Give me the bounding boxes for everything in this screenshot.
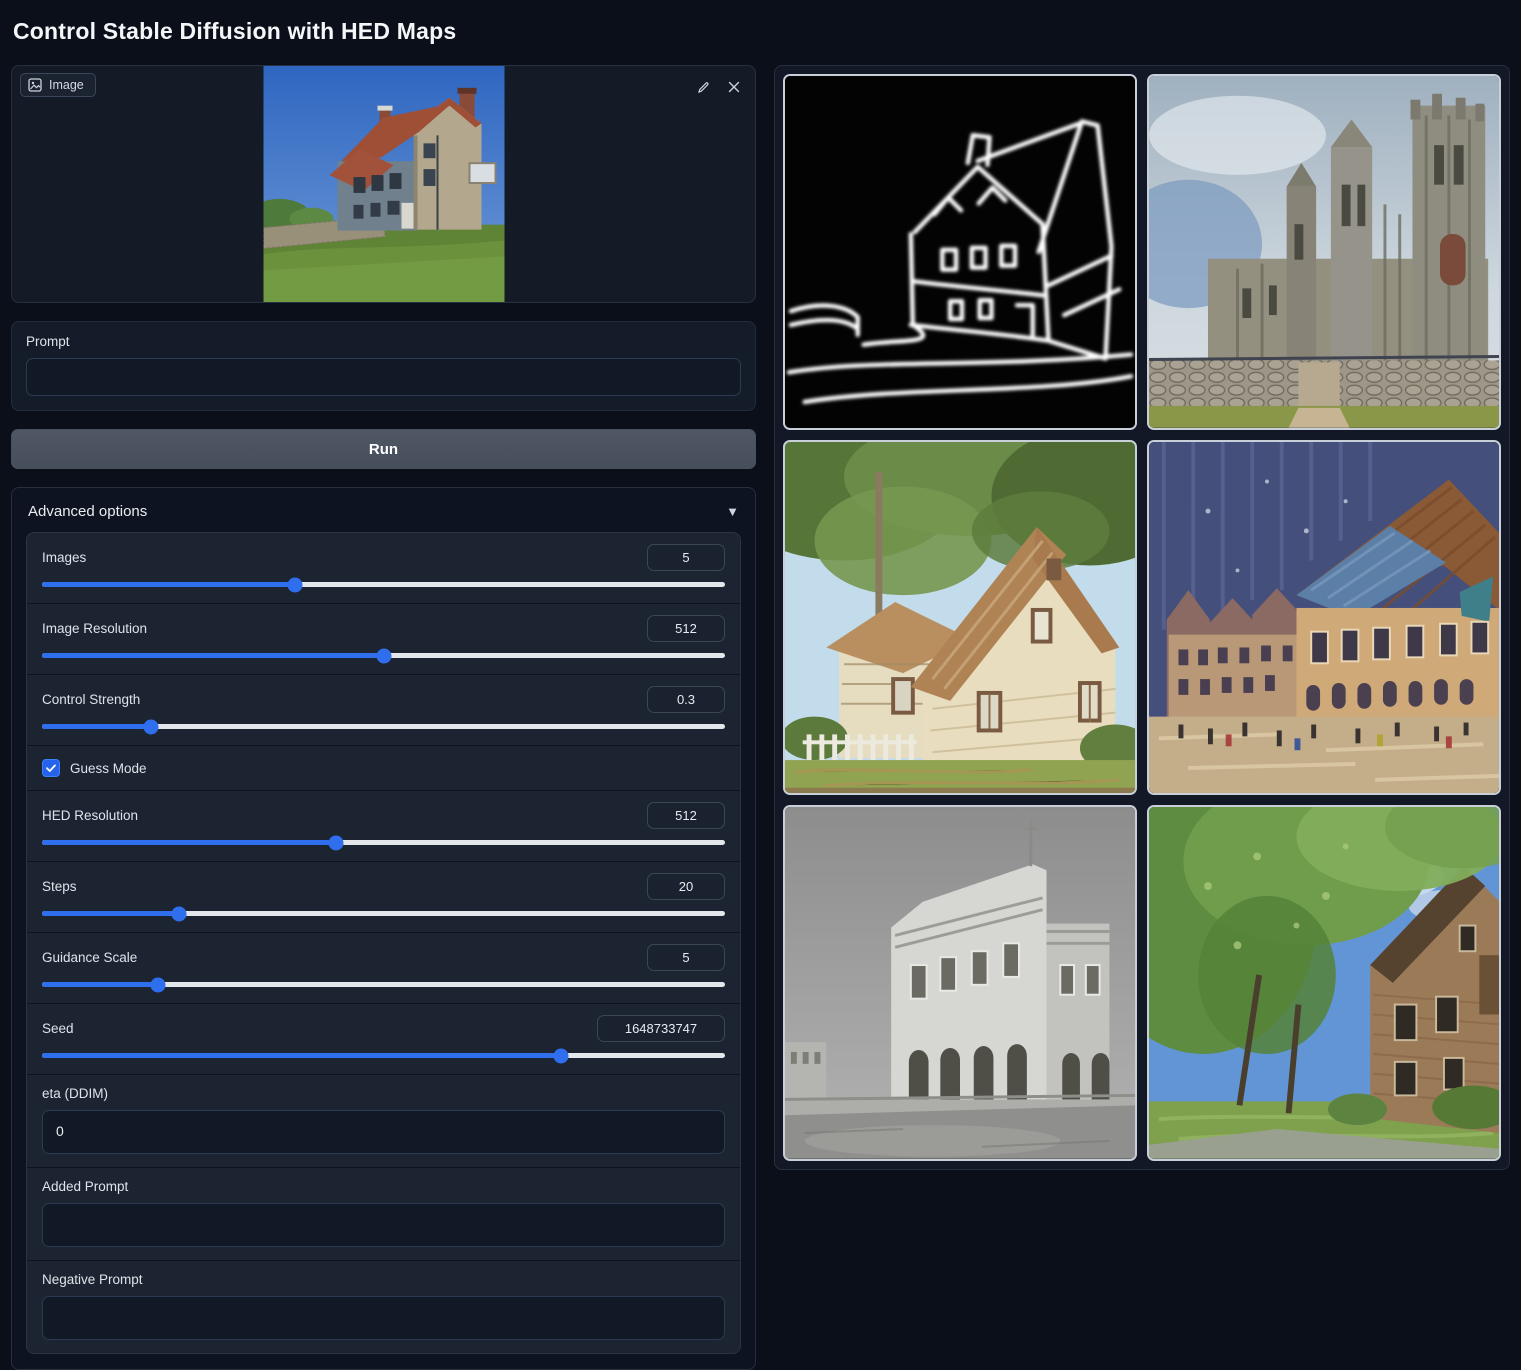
images-label: Images xyxy=(42,550,86,565)
added-prompt-row: Added Prompt xyxy=(27,1167,740,1260)
negative-prompt-row: Negative Prompt xyxy=(27,1260,740,1353)
control-strength-label: Control Strength xyxy=(42,692,140,707)
pencil-icon xyxy=(697,81,710,94)
guess-mode-checkbox[interactable] xyxy=(42,759,60,777)
slider-row-seed: Seed 1648733747 xyxy=(27,1003,740,1074)
slider-row-control-strength: Control Strength 0.3 xyxy=(27,674,740,745)
eta-row: eta (DDIM) 0 xyxy=(27,1074,740,1167)
seed-slider[interactable] xyxy=(42,1053,725,1058)
page-title: Control Stable Diffusion with HED Maps xyxy=(13,18,1510,45)
slider-row-hed-resolution: HED Resolution 512 xyxy=(27,790,740,861)
advanced-options-form: Images 5 Image Resolution 512 xyxy=(26,532,741,1354)
eta-label: eta (DDIM) xyxy=(42,1086,725,1101)
hed-resolution-label: HED Resolution xyxy=(42,808,138,823)
run-button[interactable]: Run xyxy=(11,429,756,469)
gallery-item-brick-house[interactable] xyxy=(1147,805,1501,1161)
slider-row-image-resolution: Image Resolution 512 xyxy=(27,603,740,674)
prompt-block: Prompt xyxy=(11,321,756,411)
image-resolution-value-input[interactable]: 512 xyxy=(647,615,725,642)
hed-resolution-slider[interactable] xyxy=(42,840,725,845)
added-prompt-input[interactable] xyxy=(42,1203,725,1247)
advanced-options-accordion: Advanced options ▼ Images 5 Image Resolu… xyxy=(11,487,756,1370)
controls-column: Image xyxy=(11,65,756,1370)
image-resolution-label: Image Resolution xyxy=(42,621,147,636)
steps-slider[interactable] xyxy=(42,911,725,916)
checkmark-icon xyxy=(45,762,57,774)
images-slider[interactable] xyxy=(42,582,725,587)
seed-value-input[interactable]: 1648733747 xyxy=(597,1015,725,1042)
uploaded-house-photo xyxy=(263,66,504,302)
image-input[interactable]: Image xyxy=(11,65,756,303)
gallery-item-cottage-painting[interactable] xyxy=(783,440,1137,796)
gallery-item-grayscale-building[interactable] xyxy=(783,805,1137,1161)
prompt-label: Prompt xyxy=(26,334,741,349)
clear-image-button[interactable] xyxy=(721,74,747,100)
gallery-grid xyxy=(783,74,1501,1161)
gallery-item-impressionist-painting[interactable] xyxy=(1147,440,1501,796)
image-icon xyxy=(28,78,42,92)
seed-label: Seed xyxy=(42,1021,74,1036)
eta-input[interactable]: 0 xyxy=(42,1110,725,1154)
slider-row-guidance-scale: Guidance Scale 5 xyxy=(27,932,740,1003)
result-gallery xyxy=(774,65,1510,1170)
guidance-scale-value-input[interactable]: 5 xyxy=(647,944,725,971)
image-resolution-slider[interactable] xyxy=(42,653,725,658)
steps-value-input[interactable]: 20 xyxy=(647,873,725,900)
negative-prompt-input[interactable] xyxy=(42,1296,725,1340)
edit-image-button[interactable] xyxy=(690,74,716,100)
added-prompt-label: Added Prompt xyxy=(42,1179,725,1194)
steps-label: Steps xyxy=(42,879,77,894)
control-strength-slider[interactable] xyxy=(42,724,725,729)
guess-mode-label: Guess Mode xyxy=(70,761,147,776)
slider-row-images: Images 5 xyxy=(27,533,740,603)
guidance-scale-label: Guidance Scale xyxy=(42,950,137,965)
guess-mode-checkbox-row[interactable]: Guess Mode xyxy=(27,745,740,790)
negative-prompt-label: Negative Prompt xyxy=(42,1272,725,1287)
advanced-options-header[interactable]: Advanced options ▼ xyxy=(26,501,741,532)
guidance-scale-slider[interactable] xyxy=(42,982,725,987)
image-input-label: Image xyxy=(20,73,96,97)
control-strength-value-input[interactable]: 0.3 xyxy=(647,686,725,713)
close-icon xyxy=(728,81,740,93)
gallery-item-hed-edge-map[interactable] xyxy=(783,74,1137,430)
image-actions xyxy=(690,74,747,100)
slider-row-steps: Steps 20 xyxy=(27,861,740,932)
images-value-input[interactable]: 5 xyxy=(647,544,725,571)
collapse-arrow-icon: ▼ xyxy=(726,504,739,519)
main-layout: Image xyxy=(11,65,1510,1370)
gallery-item-cathedral[interactable] xyxy=(1147,74,1501,430)
prompt-input[interactable] xyxy=(26,358,741,396)
hed-resolution-value-input[interactable]: 512 xyxy=(647,802,725,829)
advanced-options-title: Advanced options xyxy=(28,503,147,520)
